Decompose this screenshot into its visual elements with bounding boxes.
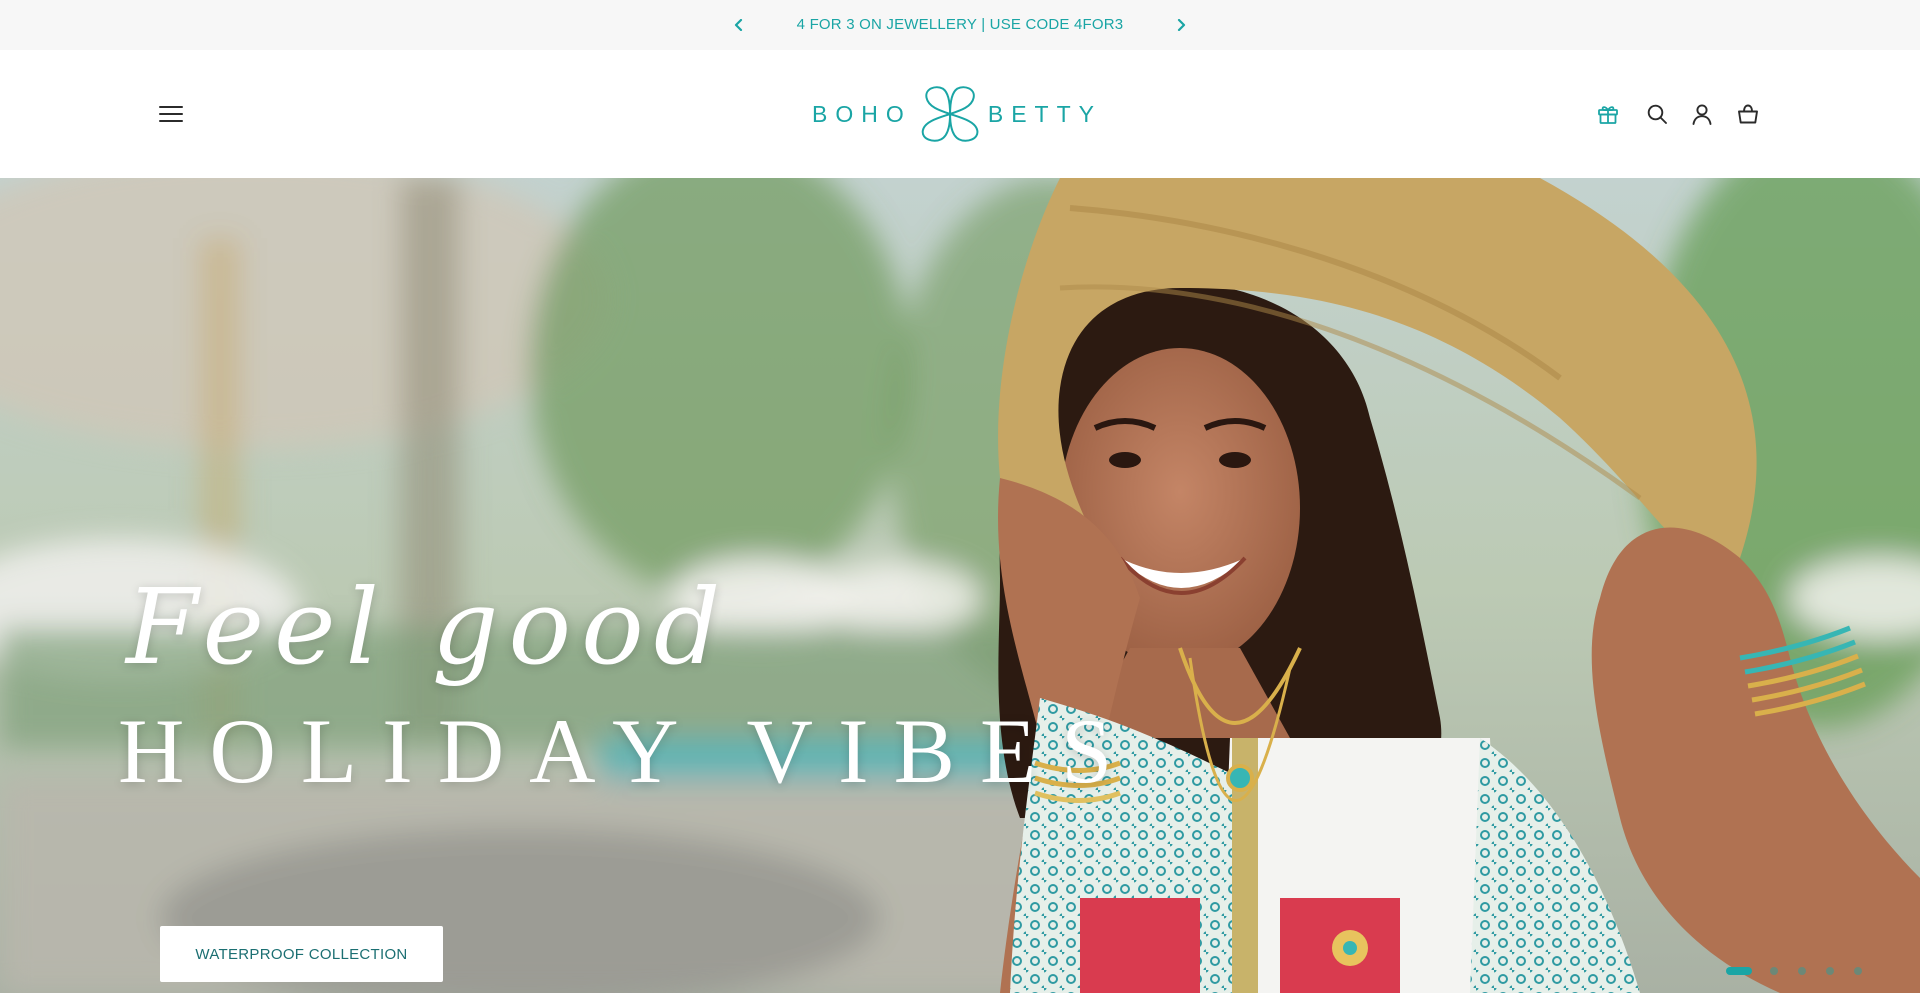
site-header: BOHO BETTY	[0, 50, 1920, 178]
slide-dot[interactable]	[1854, 967, 1862, 975]
hero-banner: Feel good HOLIDAY VIBES WATERPROOF COLLE…	[0, 178, 1920, 993]
waterproof-collection-button[interactable]: WATERPROOF COLLECTION	[160, 926, 443, 982]
slide-dot[interactable]	[1798, 967, 1806, 975]
announcement-text[interactable]: 4 FOR 3 ON JEWELLERY | USE CODE 4FOR3	[740, 0, 1180, 50]
logo-text-left: BOHO	[812, 100, 912, 127]
gift-icon[interactable]	[1594, 100, 1622, 128]
slideshow-pagination	[1726, 965, 1862, 977]
hamburger-menu-icon[interactable]	[156, 100, 186, 128]
chevron-right-icon[interactable]	[1169, 13, 1193, 37]
slide-dot[interactable]	[1770, 967, 1778, 975]
slide-dot[interactable]	[1726, 967, 1752, 975]
slide-dot[interactable]	[1826, 967, 1834, 975]
hero-tagline: Feel good	[126, 566, 731, 688]
logo-text-right: BETTY	[987, 100, 1102, 127]
announcement-bar: 4 FOR 3 ON JEWELLERY | USE CODE 4FOR3	[0, 0, 1920, 50]
hero-headline: HOLIDAY VIBES	[118, 700, 1138, 802]
header-icon-group	[1594, 100, 1766, 128]
brand-logo[interactable]: BOHO BETTY	[812, 80, 1102, 148]
search-icon[interactable]	[1643, 100, 1671, 128]
cart-icon[interactable]	[1734, 100, 1762, 128]
account-icon[interactable]	[1688, 100, 1716, 128]
butterfly-logo-icon	[921, 86, 979, 142]
